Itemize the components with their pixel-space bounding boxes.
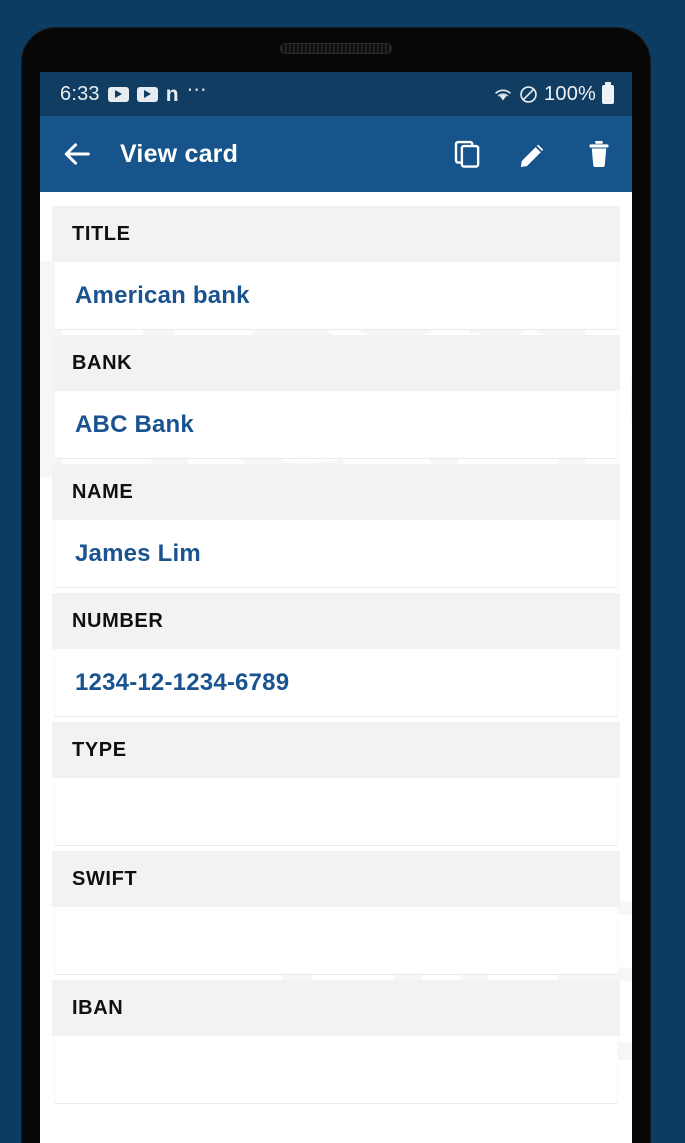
field-value-row[interactable]: James Lim [54,520,618,588]
field-value-row[interactable]: ABC Bank [54,391,618,459]
earpiece-speaker-grille [280,43,392,54]
do-not-disturb-icon [520,85,537,103]
phone-screen: 6:33 n ⋯ 100% View card TITLE American b… [40,72,632,1143]
field-swift: SWIFT [40,851,632,975]
status-bar: 6:33 n ⋯ 100% [40,72,632,116]
field-value-row[interactable]: American bank [54,262,618,330]
field-label: NUMBER [72,609,164,632]
battery-percentage: 100% [544,82,596,105]
field-name: NAME James Lim [40,464,632,588]
field-type: TYPE [40,722,632,846]
field-label: TYPE [72,738,127,761]
youtube-play-badge-icon [136,86,158,102]
field-value-row[interactable]: 1234-12-1234-6789 [54,649,618,717]
status-clock: 6:33 [60,82,100,105]
n-app-icon: n [165,82,179,106]
battery-full-icon [602,84,614,104]
page-backdrop: 6:33 n ⋯ 100% View card TITLE American b… [0,0,685,1143]
wifi-icon [495,89,511,101]
phone-bezel-top [22,28,650,72]
field-label-row: NUMBER [52,593,620,649]
page-title: View card [120,139,239,168]
status-bar-right: 100% [493,83,614,106]
field-label-row: IBAN [52,980,620,1036]
status-bar-left: 6:33 n ⋯ [60,80,208,108]
field-value-row[interactable] [54,1036,618,1104]
trash-icon[interactable] [584,139,614,169]
app-bar: View card [40,116,632,192]
field-value-row[interactable] [54,778,618,846]
back-arrow-icon[interactable] [60,137,94,171]
card-details-list: Review ore TITLE American bank BANK [40,192,632,1143]
field-number: NUMBER 1234-12-1234-6789 [40,593,632,717]
pencil-icon[interactable] [518,139,548,169]
field-value: James Lim [75,539,201,567]
app-bar-actions [452,139,614,169]
field-label: SWIFT [72,867,138,890]
field-label-row: SWIFT [52,851,620,907]
youtube-play-badge-icon [107,86,129,102]
field-label: TITLE [72,222,131,245]
field-label-row: BANK [52,335,620,391]
field-value: American bank [75,281,250,309]
field-value: ABC Bank [75,410,194,438]
field-iban: IBAN [40,980,632,1104]
phone-frame: 6:33 n ⋯ 100% View card TITLE American b… [22,28,650,1143]
field-label: NAME [72,480,134,503]
field-value-row[interactable] [54,907,618,975]
field-label-row: NAME [52,464,620,520]
field-label-row: TYPE [52,722,620,778]
field-label-row: TITLE [52,206,620,262]
field-bank: BANK ABC Bank [40,335,632,459]
field-label: IBAN [72,996,124,1019]
more-dots-icon: ⋯ [186,79,208,101]
field-label: BANK [72,351,133,374]
copy-icon[interactable] [452,139,482,169]
field-title: TITLE American bank [40,206,632,330]
field-value: 1234-12-1234-6789 [75,668,290,696]
